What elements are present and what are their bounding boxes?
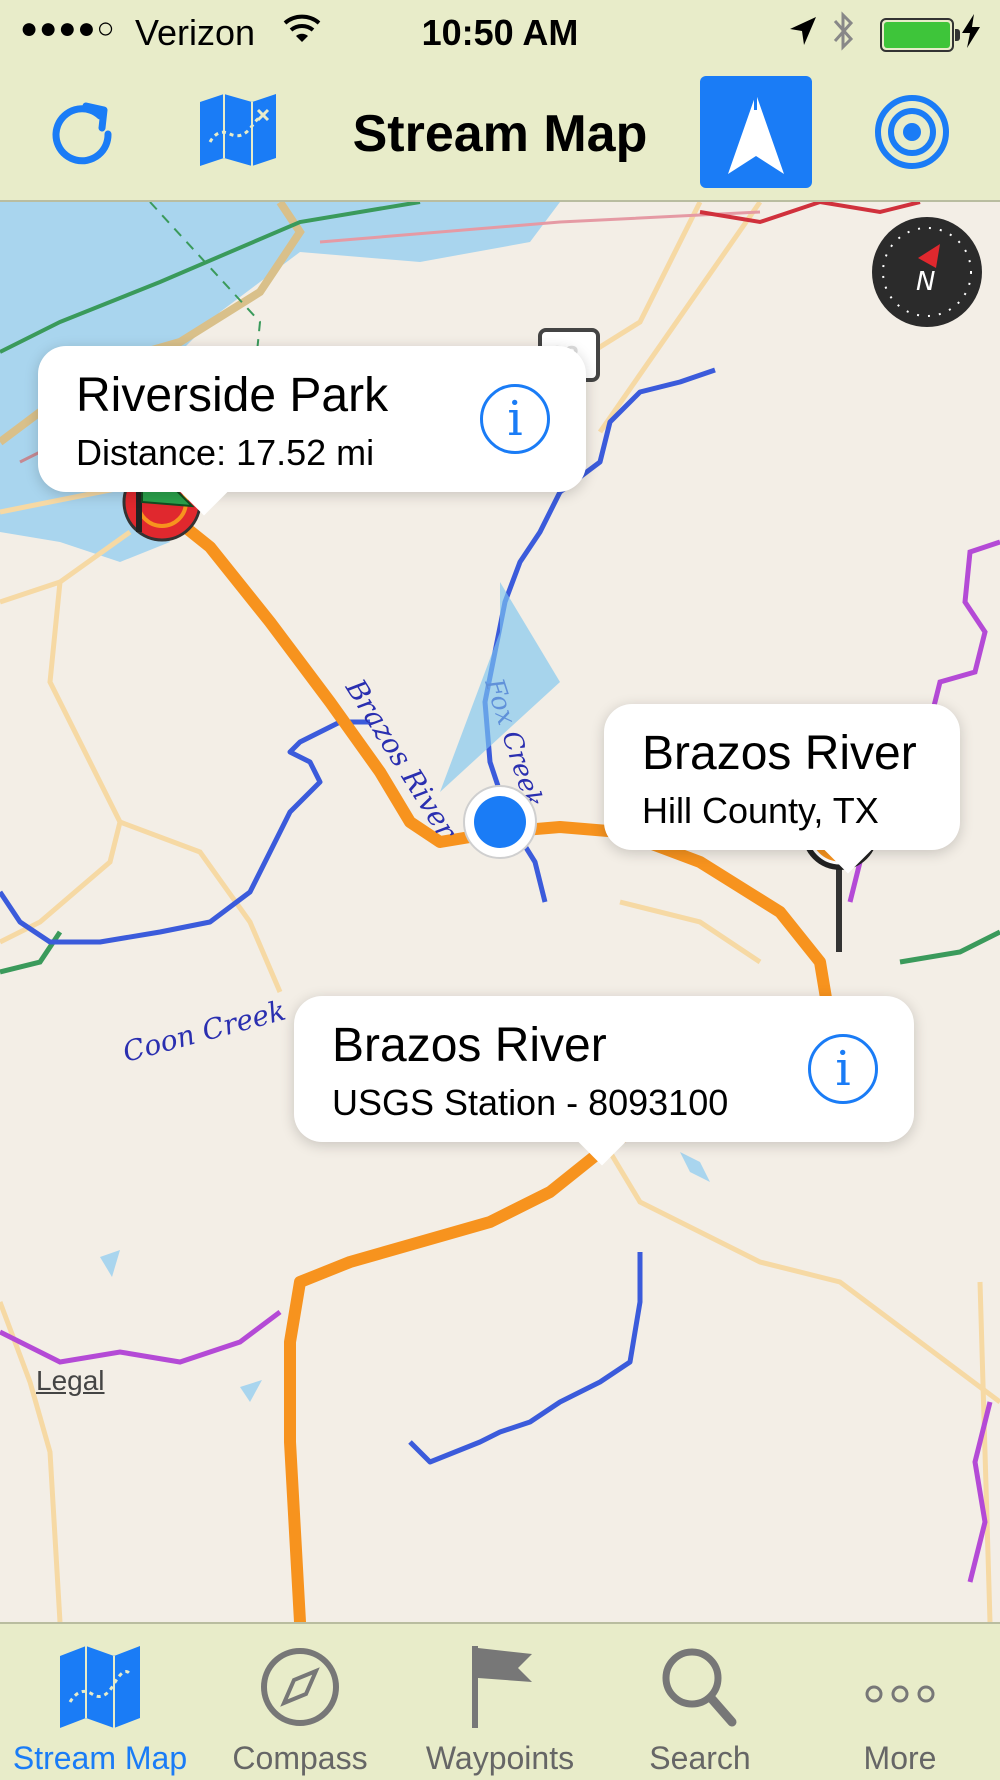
tracking-mode-button[interactable]	[700, 76, 812, 188]
tab-bar: Stream Map Compass Waypoints Search More	[0, 1622, 1000, 1780]
tab-label: Waypoints	[425, 1740, 575, 1776]
location-services-icon	[788, 14, 818, 56]
navigation-bar: Stream Map	[0, 64, 1000, 202]
charging-icon	[960, 14, 982, 57]
pond	[240, 1380, 262, 1402]
callout-subtitle: USGS Station - 8093100	[332, 1082, 729, 1123]
river-label-coon-creek: Coon Creek	[119, 994, 289, 1069]
map-view[interactable]: Brazos River Coon Creek Fox Creek 22 R	[0, 202, 1000, 1622]
tab-label: Compass	[232, 1740, 368, 1776]
tab-label: Stream Map	[12, 1740, 188, 1776]
map-compass[interactable]: N	[872, 217, 982, 327]
target-icon	[875, 95, 949, 169]
search-icon	[662, 1648, 737, 1727]
tab-label: More	[863, 1740, 937, 1776]
bluetooth-icon	[832, 10, 856, 61]
refresh-icon	[52, 102, 112, 165]
map-icon	[60, 1646, 140, 1728]
callout-title: Brazos River	[332, 1019, 607, 1072]
more-icon	[865, 1685, 935, 1703]
tab-search[interactable]: Search	[600, 1624, 800, 1780]
callout-title: Riverside Park	[76, 369, 389, 422]
tab-stream-map[interactable]: Stream Map	[0, 1624, 200, 1780]
callout-subtitle: Distance: 17.52 mi	[76, 432, 375, 473]
refresh-button[interactable]	[42, 90, 122, 170]
map-icon	[200, 94, 276, 166]
compass-icon	[261, 1648, 339, 1726]
page-title: Stream Map	[352, 105, 648, 163]
user-location-center	[474, 796, 526, 848]
heading-cone	[440, 582, 560, 792]
callout-brazos-hill-county[interactable]: Brazos River Hill County, TX	[604, 704, 960, 874]
pond	[680, 1152, 710, 1182]
compass-north-label: N	[916, 267, 935, 297]
tab-waypoints[interactable]: Waypoints	[400, 1624, 600, 1780]
info-button[interactable]: i	[808, 1034, 878, 1104]
flag-icon	[472, 1646, 532, 1728]
tab-more[interactable]: More	[800, 1624, 1000, 1780]
tracking-arrow-icon	[728, 90, 784, 174]
tab-label: Search	[649, 1740, 751, 1776]
battery-icon	[880, 18, 960, 52]
callout-usgs-station[interactable]: Brazos River USGS Station - 8093100 i	[294, 996, 914, 1166]
green-boundary	[899, 929, 1000, 965]
pond	[100, 1250, 120, 1277]
status-bar: ●●●●○ Verizon 10:50 AM	[0, 0, 1000, 64]
callout-riverside-park[interactable]: Riverside Park Distance: 17.52 mi i	[38, 346, 586, 516]
map-layers-button[interactable]	[196, 90, 280, 170]
legal-link[interactable]: Legal	[36, 1365, 105, 1397]
target-button[interactable]	[872, 92, 952, 172]
river-label-brazos: Brazos River	[339, 672, 464, 845]
tab-compass[interactable]: Compass	[200, 1624, 400, 1780]
callout-title: Brazos River	[642, 727, 917, 780]
info-button[interactable]: i	[480, 384, 550, 454]
